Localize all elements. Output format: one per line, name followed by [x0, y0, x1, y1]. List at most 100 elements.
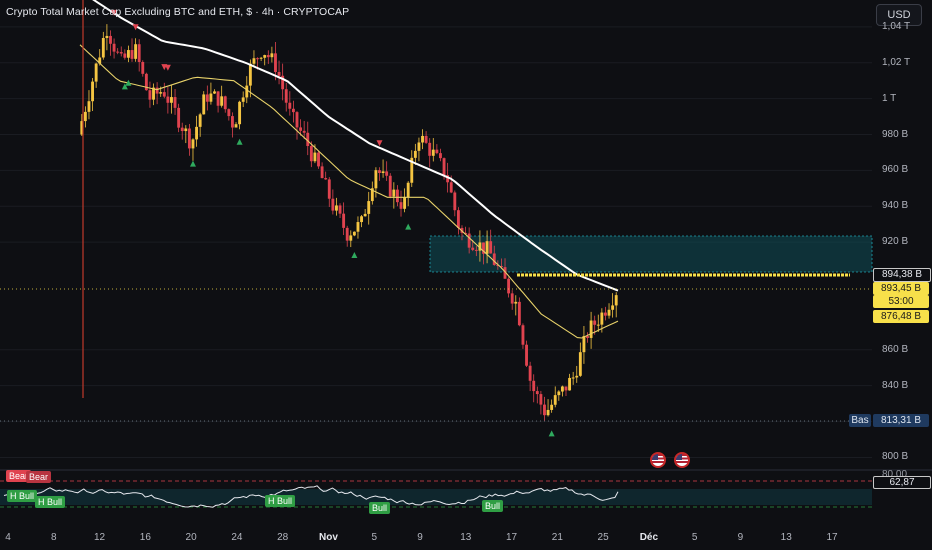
candle-body	[395, 189, 399, 203]
candle-body	[205, 94, 209, 102]
candle-body	[578, 352, 582, 376]
candle-body	[317, 152, 320, 167]
candle-body	[349, 235, 353, 241]
candle-body	[456, 210, 460, 228]
candle-body	[399, 202, 403, 209]
candle-body	[159, 92, 163, 94]
oscillator-band	[0, 489, 872, 505]
time-tick-label: Nov	[318, 532, 338, 543]
candle-body	[385, 171, 389, 176]
candle-body	[170, 97, 173, 103]
candle-body	[604, 312, 607, 316]
candle-body	[83, 111, 87, 122]
candle-body	[105, 35, 109, 39]
time-tick-label: Déc	[639, 532, 659, 543]
candle-body	[431, 149, 435, 156]
candle-body	[335, 205, 338, 211]
bull-label: Bull	[369, 502, 391, 514]
price-tick-label: 800 B	[882, 451, 909, 463]
candle-body	[614, 295, 618, 306]
bull-arrow-icon	[189, 160, 196, 167]
candle-body	[166, 96, 170, 103]
candle-body	[162, 92, 166, 97]
bear-label: Bear	[26, 471, 52, 483]
candle-body	[309, 146, 313, 162]
time-tick-label: 12	[93, 532, 106, 543]
bear-arrow-icon	[164, 64, 171, 71]
candle-body	[177, 107, 181, 128]
candle-body	[241, 97, 245, 102]
slow-moving-average	[92, 0, 619, 292]
candle-body	[259, 57, 263, 59]
candle-body	[342, 213, 346, 228]
time-tick-label: 8	[50, 532, 57, 543]
candle-body	[550, 404, 554, 410]
candle-body	[381, 171, 385, 174]
candle-body	[130, 50, 134, 59]
candle-body	[575, 375, 579, 378]
price-tick-label: 860 B	[882, 343, 909, 355]
candle-body	[388, 175, 392, 197]
chart-canvas[interactable]	[0, 0, 932, 550]
candle-body	[611, 305, 615, 310]
candle-body	[320, 166, 324, 179]
candle-body	[428, 142, 432, 156]
candle-body	[360, 216, 363, 223]
price-tick-label: 1,04 T	[882, 20, 911, 32]
candle-body	[600, 312, 604, 325]
candle-body	[327, 179, 331, 199]
candle-body	[223, 96, 227, 110]
candle-body	[198, 114, 202, 127]
us-flag-event-icon[interactable]	[650, 452, 666, 468]
candle-body	[474, 249, 478, 251]
candle-body	[291, 108, 295, 113]
candle-body	[119, 52, 123, 54]
candle-body	[525, 344, 528, 366]
candle-body	[413, 150, 417, 158]
candle-body	[467, 233, 471, 248]
candle-body	[284, 89, 288, 103]
us-flag-event-icon[interactable]	[674, 452, 690, 468]
candle-body	[367, 201, 371, 214]
candle-body	[439, 153, 442, 159]
bull-arrow-icon	[351, 252, 358, 259]
candle-body	[406, 182, 410, 198]
candle-body	[489, 241, 493, 254]
candle-body	[245, 85, 249, 98]
hidden-bull-label: H Bull	[35, 496, 66, 508]
candles	[80, 24, 618, 421]
candle-body	[543, 404, 546, 416]
candle-body	[345, 227, 349, 241]
price-tick-label: 840 B	[882, 379, 909, 391]
candle-body	[87, 101, 91, 112]
bull-label: Bull	[482, 500, 504, 512]
candle-body	[403, 197, 407, 209]
price-tick-label: 940 B	[882, 200, 909, 212]
time-tick-label: 20	[185, 532, 197, 543]
price-tick-label: 920 B	[882, 236, 909, 248]
candle-body	[274, 53, 277, 72]
candle-body	[202, 94, 206, 115]
fast-moving-average	[79, 44, 619, 339]
countdown-tag: 53:00	[873, 295, 929, 308]
candle-body	[227, 109, 231, 117]
time-tick-label: 5	[371, 532, 377, 543]
candle-body	[363, 213, 367, 217]
candle-body	[392, 189, 396, 197]
bear-arrow-icon	[376, 140, 383, 147]
candle-body	[109, 35, 112, 44]
candle-body	[553, 395, 557, 405]
time-tick-label: 17	[826, 532, 838, 543]
candle-body	[126, 50, 130, 58]
low-price-tag: 813,31 B	[873, 414, 929, 427]
price-tick-label: 1,02 T	[882, 56, 911, 68]
candle-body	[471, 247, 475, 250]
candle-body	[582, 336, 586, 353]
price-tick-label: 1 T	[882, 92, 897, 104]
candle-body	[191, 139, 195, 149]
candle-body	[299, 127, 303, 131]
candle-body	[184, 128, 188, 132]
candle-body	[220, 96, 224, 106]
candle-body	[593, 320, 597, 325]
candle-body	[137, 44, 141, 62]
